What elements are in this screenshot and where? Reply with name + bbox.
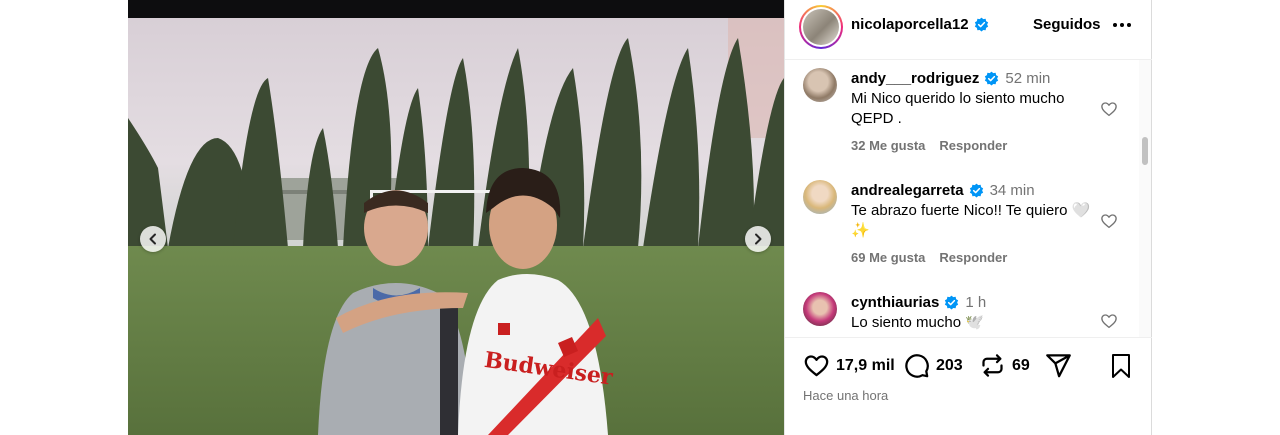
chevron-right-icon [755, 233, 762, 245]
verified-badge-icon [985, 71, 999, 86]
verified-badge-icon [974, 17, 988, 32]
comment-time[interactable]: 52 min [1005, 69, 1050, 88]
comment-button[interactable]: 203 [903, 352, 963, 379]
share-button[interactable] [1045, 352, 1072, 379]
comments-scrollbar[interactable] [1139, 60, 1151, 337]
comment-count[interactable]: 203 [936, 357, 963, 375]
reply-button[interactable]: Responder [939, 138, 1007, 153]
bookmark-icon [1112, 354, 1130, 378]
repost-button[interactable]: 69 [979, 352, 1030, 379]
comment-bubble-icon [905, 354, 929, 378]
repost-icon [982, 354, 1003, 377]
author-username[interactable]: nicolaporcella12 [851, 16, 969, 33]
comment-time[interactable]: 34 min [990, 181, 1035, 200]
comment-text: Mi Nico querido lo siento mucho QEPD . [851, 90, 1065, 127]
comment-avatar[interactable] [803, 292, 837, 326]
save-button[interactable] [1109, 353, 1133, 384]
carousel-prev-button[interactable] [140, 226, 166, 252]
author-avatar[interactable] [799, 5, 843, 49]
verified-badge-icon [945, 295, 959, 310]
like-button[interactable]: 17,9 mil [803, 352, 895, 379]
repost-count[interactable]: 69 [1012, 357, 1030, 375]
send-icon [1046, 354, 1071, 378]
media-top-bar [128, 0, 784, 18]
heart-icon[interactable] [1100, 212, 1118, 230]
post-actions: 17,9 mil 203 69 Hace una hora [785, 337, 1152, 435]
comment-avatar[interactable] [803, 68, 837, 102]
comment-avatar[interactable] [803, 180, 837, 214]
comment-list[interactable]: andy___rodriguez 52 min Mi Nico querido … [785, 60, 1140, 337]
heart-icon [804, 355, 829, 377]
comment-username[interactable]: andrealegarreta [851, 181, 964, 200]
post-media[interactable]: Budweiser [128, 0, 784, 435]
reply-button[interactable]: Responder [939, 250, 1007, 265]
post-side-panel: nicolaporcella12 Seguidos andy___rodrigu… [784, 0, 1152, 435]
comment-text: Lo siento mucho 🕊️ [851, 314, 984, 331]
more-options-button[interactable] [1111, 14, 1133, 36]
more-horizontal-icon [1113, 23, 1131, 27]
comment-text: Te abrazo fuerte Nico!! Te quiero 🤍✨ [851, 202, 1091, 239]
scrollbar-thumb[interactable] [1142, 137, 1148, 165]
like-count[interactable]: 17,9 mil [836, 357, 895, 375]
comment-likes-count[interactable]: 69 Me gusta [851, 250, 925, 265]
author-username-row[interactable]: nicolaporcella12 [851, 16, 989, 33]
verified-badge-icon [969, 183, 983, 198]
carousel-next-button[interactable] [745, 226, 771, 252]
post-header: nicolaporcella12 Seguidos [785, 0, 1152, 60]
comment-time[interactable]: 1 h [965, 293, 986, 312]
chevron-left-icon [149, 233, 156, 245]
heart-icon[interactable] [1100, 312, 1118, 330]
heart-icon[interactable] [1100, 100, 1118, 118]
comment-username[interactable]: cynthiaurias [851, 293, 939, 312]
post-photo: Budweiser [128, 18, 784, 435]
following-button[interactable]: Seguidos [1033, 16, 1101, 33]
comment-likes-count[interactable]: 32 Me gusta [851, 138, 925, 153]
post-timestamp[interactable]: Hace una hora [803, 388, 888, 403]
comment-username[interactable]: andy___rodriguez [851, 69, 979, 88]
